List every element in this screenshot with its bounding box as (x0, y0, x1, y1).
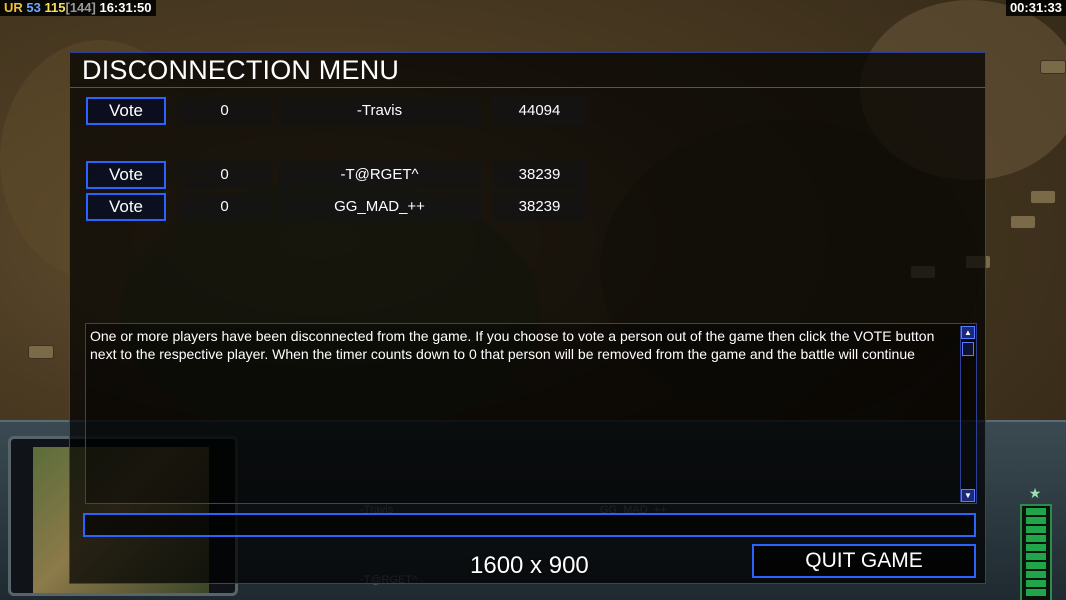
scroll-thumb[interactable] (962, 342, 974, 356)
player-timer: 44094 (491, 97, 588, 125)
vote-button[interactable]: Vote (86, 161, 166, 189)
player-name: -Travis (278, 97, 481, 125)
vote-button[interactable]: Vote (86, 193, 166, 221)
value-115: 115 (44, 0, 66, 15)
player-name: GG_MAD_++ (278, 193, 481, 221)
resource-readout: UR 53 115[144] 16:31:50 (0, 0, 156, 16)
tank-unit (1030, 190, 1056, 204)
player-name: -T@RGET^ (278, 161, 481, 189)
vote-button[interactable]: Vote (86, 97, 166, 125)
disconnect-message: One or more players have been disconnect… (90, 328, 935, 362)
game-timer: 00:31:33 (1005, 0, 1066, 16)
player-timer: 38239 (491, 193, 588, 221)
system-clock: 16:31:50 (99, 0, 152, 15)
vote-count: 0 (177, 161, 272, 189)
scroll-down-arrow-icon[interactable]: ▼ (961, 489, 975, 502)
title-divider (70, 87, 985, 88)
scroll-up-arrow-icon[interactable]: ▲ (961, 326, 975, 339)
tank-unit (1040, 60, 1066, 74)
tank-unit (28, 345, 54, 359)
star-icon: ★ (1028, 485, 1042, 501)
dialog-title: DISCONNECTION MENU (82, 55, 400, 85)
chat-input[interactable] (83, 513, 976, 537)
vote-count: 0 (177, 97, 272, 125)
power-meter (1020, 504, 1052, 600)
disconnection-dialog: DISCONNECTION MENU Vote 0 -Travis 44094 … (69, 52, 986, 584)
ur-label: UR (4, 0, 23, 15)
message-box: One or more players have been disconnect… (85, 323, 977, 504)
value-144: [144] (65, 0, 96, 15)
message-scrollbar[interactable]: ▲ ▼ (960, 326, 975, 502)
resolution-overlay: 1600 x 900 (470, 552, 589, 579)
vote-count: 0 (177, 193, 272, 221)
value-53: 53 (26, 0, 41, 15)
tank-unit (1010, 215, 1036, 229)
player-timer: 38239 (491, 161, 588, 189)
quit-game-button[interactable]: QUIT GAME (752, 544, 976, 578)
